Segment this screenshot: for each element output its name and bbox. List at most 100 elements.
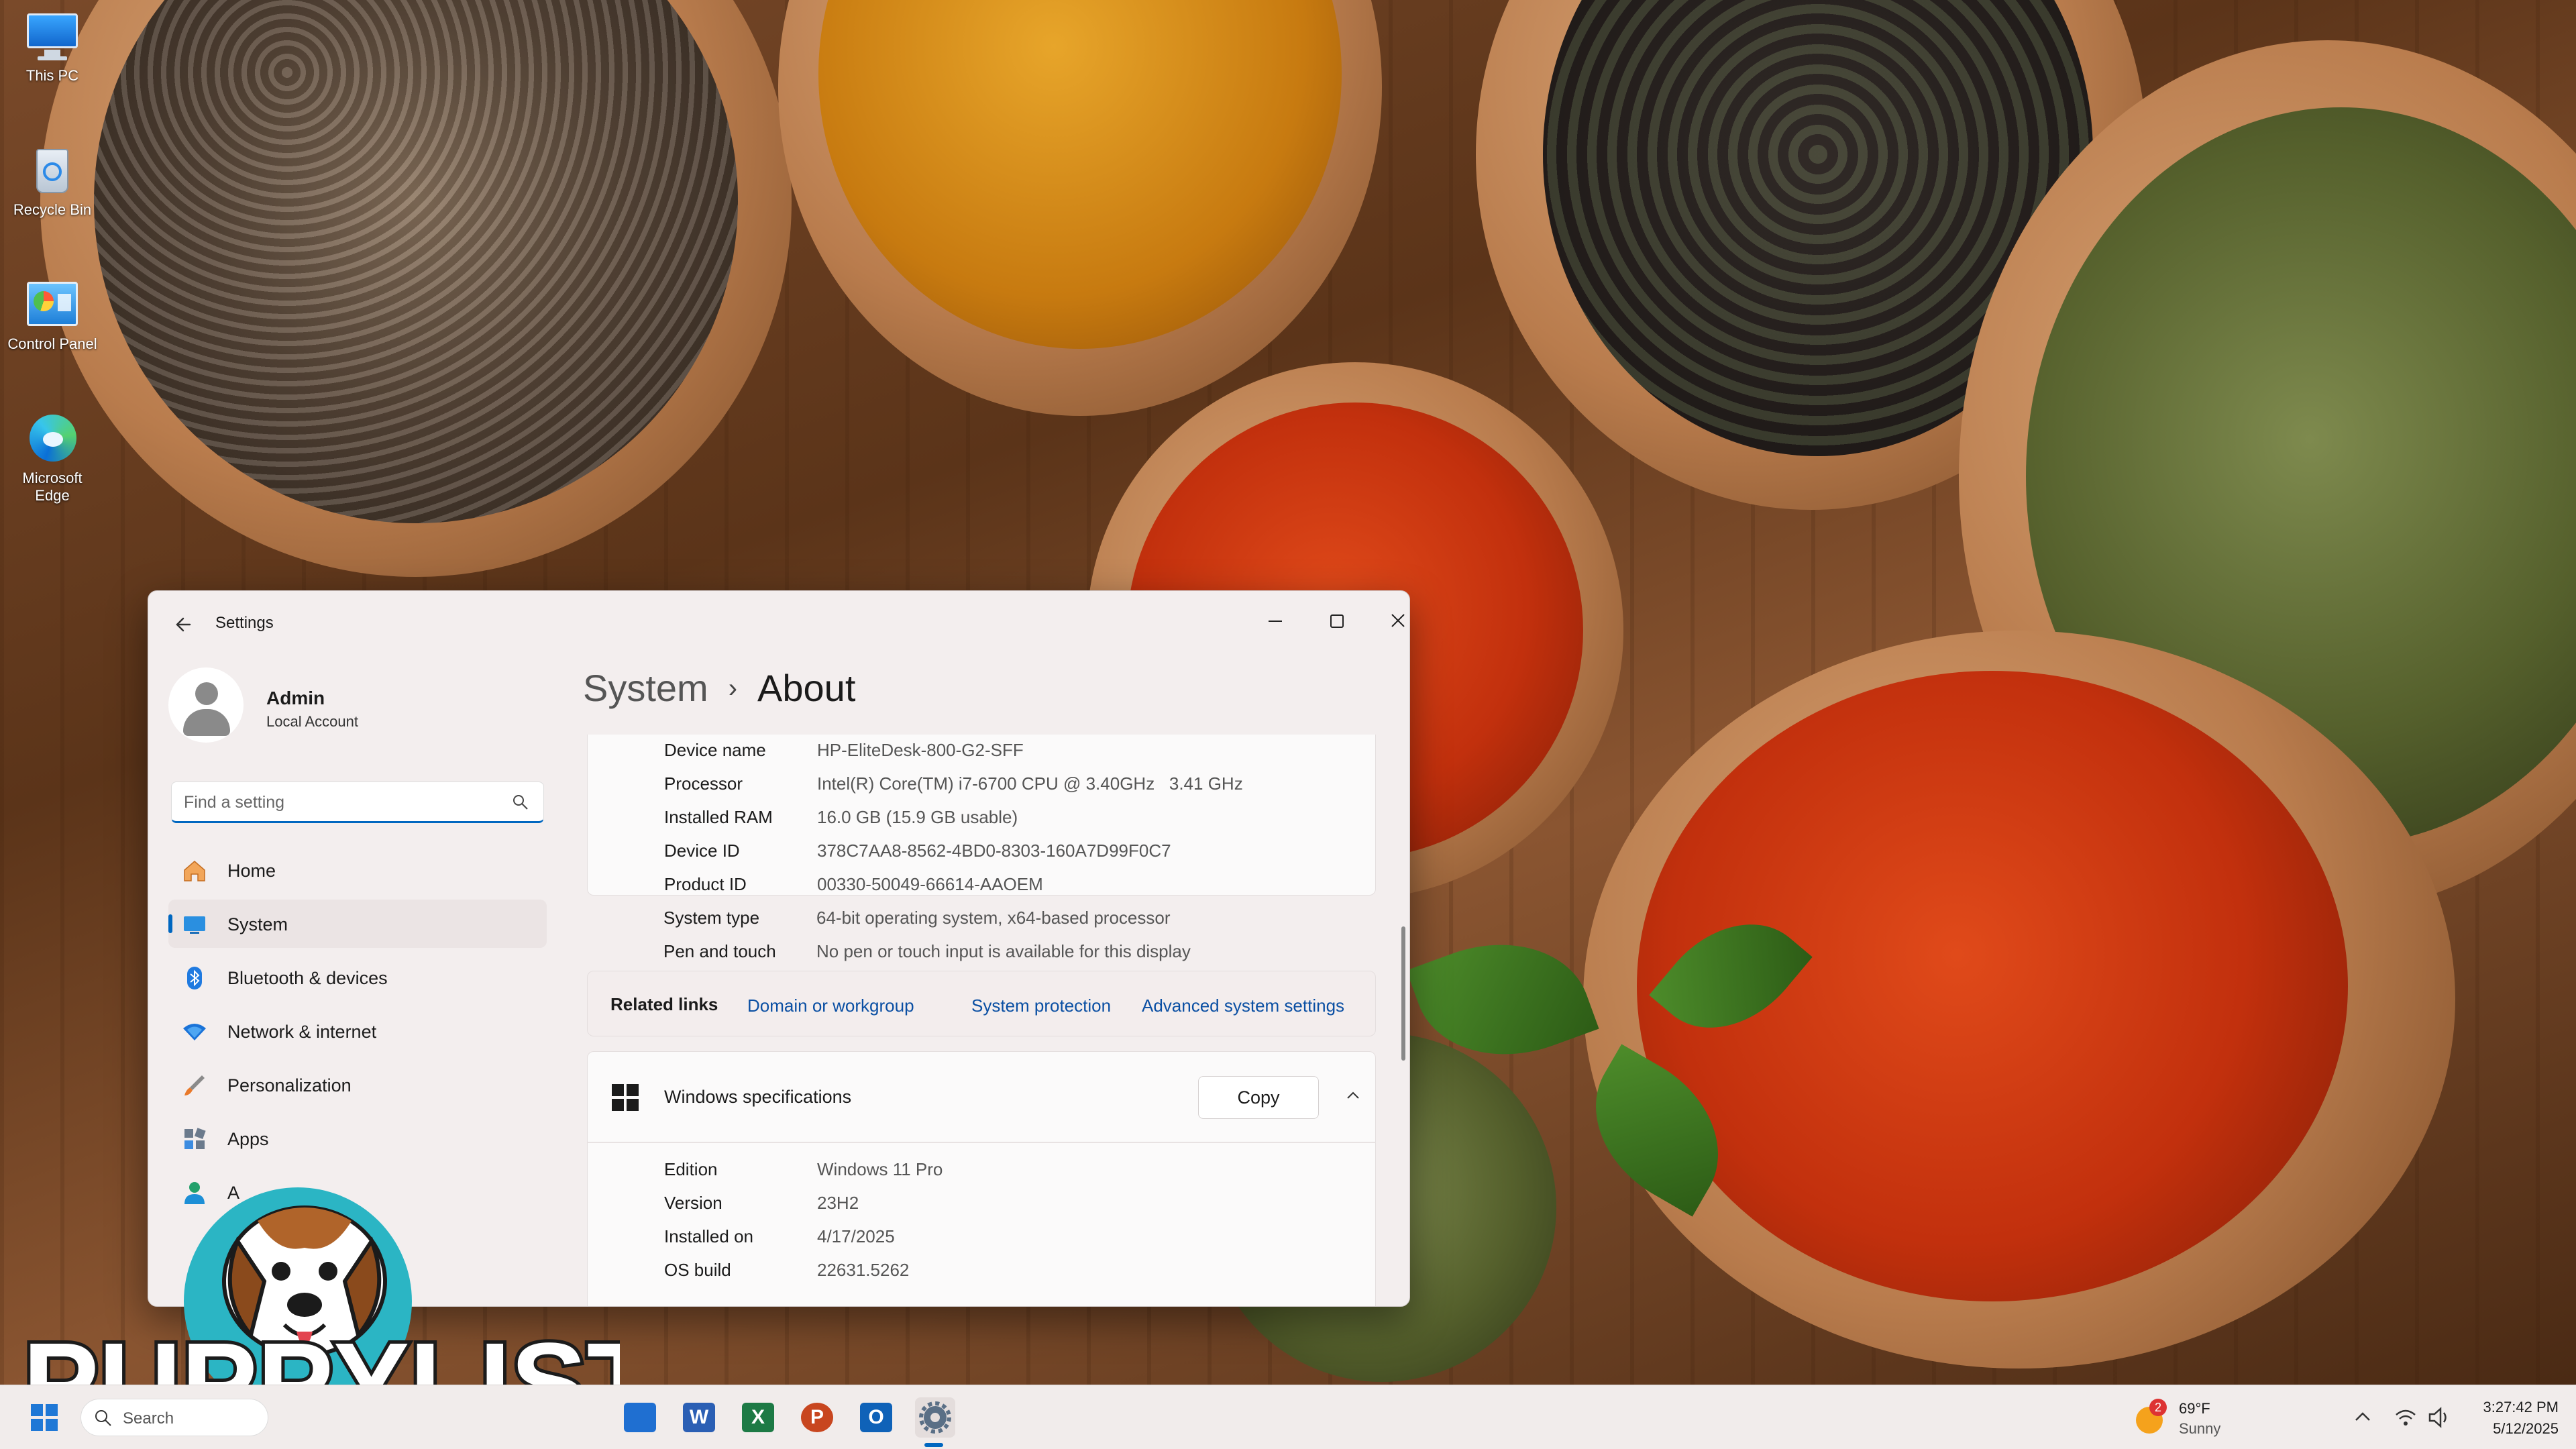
outlook-icon: O (860, 1403, 892, 1432)
search-icon (95, 1410, 111, 1426)
edge-icon (23, 412, 82, 466)
sidebar-item-label: Apps (227, 1129, 269, 1149)
spec-value: 16.0 GB (15.9 GB usable) (817, 807, 1018, 827)
spec-row: Edition Windows 11 Pro (588, 1159, 1375, 1193)
system-icon (184, 916, 205, 934)
apps-icon (184, 1128, 206, 1149)
windows-specifications-header[interactable]: Windows specifications Copy (587, 1051, 1376, 1142)
desktop-icon-label: Control Panel (7, 335, 97, 352)
desktop-icon-label: This PC (25, 67, 79, 84)
avatar[interactable] (168, 667, 244, 743)
sidebar-item-label: System (227, 914, 288, 934)
related-links-bar: Related links Domain or workgroup System… (587, 971, 1376, 1036)
monitor-icon (23, 9, 82, 63)
chevron-up-icon[interactable] (2351, 1405, 2375, 1430)
clock[interactable]: 3:27:42 PM 5/12/2025 (2462, 1395, 2569, 1440)
sidebar-item-label: Personalization (227, 1075, 352, 1095)
title-bar[interactable]: Settings (148, 591, 1409, 655)
link-system-protection[interactable]: System protection (971, 996, 1111, 1016)
search-box[interactable] (171, 782, 544, 823)
spec-key: Installed on (664, 1226, 753, 1246)
weather-widget[interactable]: 2 69°F Sunny (2133, 1395, 2281, 1440)
taskbar-app-word[interactable]: W (679, 1397, 719, 1438)
taskbar-app-powerpoint[interactable]: P (797, 1397, 837, 1438)
desktop-icon-label: Recycle Bin (13, 201, 92, 218)
sidebar-item-home[interactable]: Home (168, 846, 547, 894)
word-icon: W (683, 1403, 715, 1432)
weather-badge: 2 (2149, 1399, 2167, 1416)
desktop-icon-control-panel[interactable]: Control Panel (5, 278, 99, 353)
weather-temperature: 69°F (2179, 1400, 2210, 1417)
spec-value: 64-bit operating system, x64-based proce… (816, 908, 1171, 928)
spec-key: OS build (664, 1260, 731, 1280)
spec-row: System type 64-bit operating system, x64… (587, 908, 1376, 941)
home-icon (184, 861, 205, 881)
profile-name: Admin (266, 688, 325, 708)
sidebar-item-label: Network & internet (227, 1022, 377, 1042)
breadcrumb: System › About (583, 666, 855, 710)
windows-specifications-title: Windows specifications (664, 1087, 852, 1107)
spec-key: System type (663, 908, 760, 928)
app-title: Settings (215, 614, 274, 632)
spec-row: OS build 22631.5262 (588, 1260, 1375, 1293)
taskbar-app-outlook[interactable]: O (856, 1397, 896, 1438)
minimize-button[interactable] (1244, 598, 1306, 645)
volume-icon[interactable] (2426, 1404, 2453, 1431)
content-scrollbar[interactable] (1401, 926, 1405, 1061)
search-input[interactable] (184, 789, 499, 816)
taskbar-search-text: Search (123, 1409, 174, 1428)
spec-row: Pen and touch No pen or touch input is a… (587, 941, 1376, 975)
weather-condition: Sunny (2179, 1420, 2221, 1437)
powerpoint-icon: P (801, 1403, 833, 1432)
profile-account-type: Local Account (266, 713, 358, 730)
sidebar-item-label: Home (227, 861, 276, 881)
about-content[interactable]: Device name HP-EliteDesk-800-G2-SFF Proc… (587, 735, 1376, 1306)
start-button[interactable] (24, 1397, 64, 1438)
taskbar: Search W X P O 2 69°F Sunny 3:27:42 PM 5… (0, 1385, 2576, 1449)
spec-value: 23H2 (817, 1193, 859, 1213)
maximize-button[interactable] (1306, 598, 1368, 645)
spec-key: Device ID (664, 841, 740, 861)
copy-button[interactable]: Copy (1198, 1076, 1319, 1119)
spec-row: Installed on 4/17/2025 (588, 1226, 1375, 1260)
spec-row: Version 23H2 (588, 1193, 1375, 1226)
taskbar-app-settings[interactable] (915, 1397, 955, 1438)
sidebar-item-system[interactable]: System (168, 900, 547, 948)
clock-date: 5/12/2025 (2493, 1420, 2559, 1437)
sidebar-item-bluetooth[interactable]: Bluetooth & devices (168, 953, 547, 1002)
spec-value: 378C7AA8-8562-4BD0-8303-160A7D99F0C7 (817, 841, 1171, 861)
desktop-icon-label: Microsoft Edge (22, 470, 83, 504)
spec-value: 4/17/2025 (817, 1226, 895, 1246)
search-icon[interactable] (511, 793, 530, 812)
bluetooth-icon (187, 967, 202, 989)
spec-key: Installed RAM (664, 807, 773, 827)
close-button[interactable] (1368, 598, 1409, 645)
taskbar-search[interactable]: Search (80, 1399, 268, 1436)
spec-key: Version (664, 1193, 722, 1213)
spec-row: Installed RAM 16.0 GB (15.9 GB usable) (588, 807, 1375, 841)
link-domain-or-workgroup[interactable]: Domain or workgroup (747, 996, 914, 1016)
excel-icon: X (742, 1403, 774, 1432)
settings-icon (919, 1401, 951, 1434)
taskbar-app-excel[interactable]: X (738, 1397, 778, 1438)
back-button[interactable] (170, 610, 199, 639)
spec-value: 22631.5262 (817, 1260, 910, 1280)
link-advanced-system-settings[interactable]: Advanced system settings (1142, 996, 1344, 1016)
wifi-icon[interactable] (2392, 1404, 2419, 1431)
brush-icon (184, 1075, 205, 1095)
spec-value: Windows 11 Pro (817, 1159, 943, 1179)
desktop-icon-this-pc[interactable]: This PC (5, 9, 99, 85)
spec-value: HP-EliteDesk-800-G2-SFF (817, 740, 1024, 760)
sidebar-item-personalization[interactable]: Personalization (168, 1061, 547, 1109)
sidebar-nav: Home System Bluetooth & devices Network … (168, 846, 547, 1222)
store-icon (624, 1403, 656, 1432)
sidebar-item-apps[interactable]: Apps (168, 1114, 547, 1163)
taskbar-app-store[interactable] (620, 1397, 660, 1438)
breadcrumb-parent[interactable]: System (583, 667, 708, 709)
sidebar-item-network[interactable]: Network & internet (168, 1007, 547, 1055)
page-title: About (757, 667, 856, 709)
maximize-icon (1330, 614, 1344, 628)
chevron-up-icon[interactable] (1343, 1085, 1363, 1106)
desktop-icon-recycle-bin[interactable]: Recycle Bin (5, 144, 99, 219)
desktop-icon-microsoft-edge[interactable]: Microsoft Edge (5, 412, 99, 504)
